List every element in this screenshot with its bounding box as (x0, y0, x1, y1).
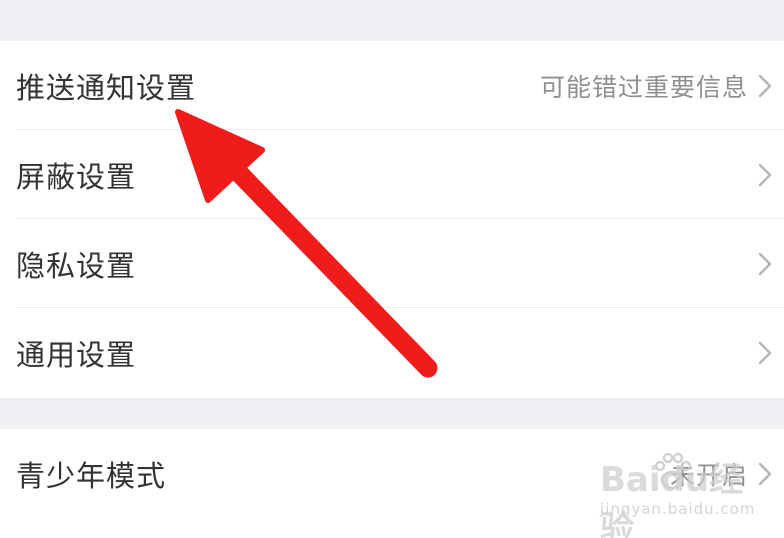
row-label: 推送通知设置 (16, 70, 197, 105)
row-privacy-settings[interactable]: 隐私设置 (0, 219, 784, 308)
row-general-settings[interactable]: 通用设置 (0, 308, 784, 397)
row-label: 隐私设置 (16, 248, 137, 283)
row-push-notification-settings[interactable]: 推送通知设置 可能错过重要信息 (0, 41, 784, 130)
row-label: 通用设置 (16, 337, 137, 372)
chevron-right-icon (758, 252, 772, 275)
row-block-settings[interactable]: 屏蔽设置 (0, 130, 784, 219)
chevron-right-icon (758, 462, 772, 485)
chevron-right-icon (758, 163, 772, 186)
settings-screen: 推送通知设置 可能错过重要信息 屏蔽设置 隐私设置 通用设置 青少年模式 未开启 (0, 0, 784, 538)
row-value: 可能错过重要信息 (539, 72, 748, 102)
row-label: 青少年模式 (16, 458, 167, 493)
row-label: 屏蔽设置 (16, 159, 137, 194)
chevron-right-icon (758, 341, 772, 364)
row-teen-mode[interactable]: 青少年模式 未开启 (0, 429, 784, 518)
chevron-right-icon (758, 74, 772, 97)
row-value: 未开启 (669, 460, 748, 490)
settings-group-teen: 青少年模式 未开启 (0, 429, 784, 538)
settings-group-main: 推送通知设置 可能错过重要信息 屏蔽设置 隐私设置 通用设置 (0, 41, 784, 398)
